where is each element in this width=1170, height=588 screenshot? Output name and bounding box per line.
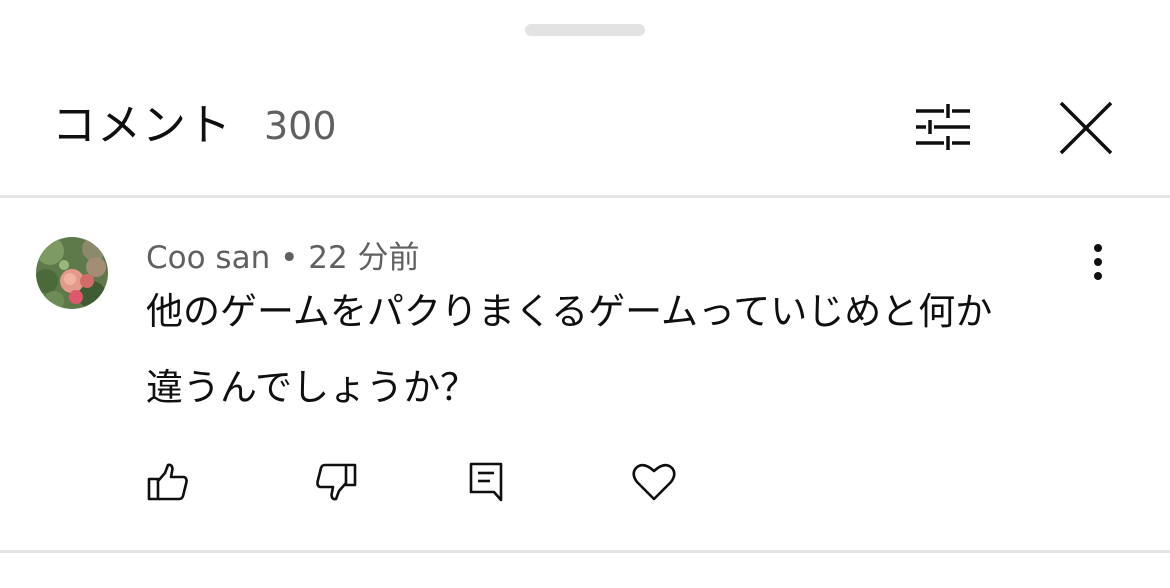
comment-item: Coo san • 22 分前 他のゲームをパクりまくるゲームっていじめと何か …: [0, 200, 1170, 550]
comment-text: 他のゲームをパクりまくるゲームっていじめと何か 違うんでしょうか？: [146, 284, 1136, 416]
thumbs-up-icon: [147, 463, 188, 501]
thumbs-down-icon: [316, 463, 357, 501]
more-options-button[interactable]: [1080, 240, 1116, 284]
avatar[interactable]: [36, 237, 108, 309]
meta-separator: •: [280, 240, 299, 276]
comments-header: コメント 300: [0, 90, 1170, 170]
comments-count: 300: [264, 104, 337, 148]
heart-icon: [632, 463, 676, 501]
close-icon: [1059, 101, 1113, 155]
header-divider: [0, 195, 1170, 198]
comment-divider: [0, 550, 1170, 553]
comment-meta: Coo san • 22 分前: [146, 238, 420, 278]
like-button[interactable]: [144, 458, 192, 506]
heart-button[interactable]: [630, 458, 678, 506]
more-vertical-icon: [1094, 244, 1102, 280]
dislike-button[interactable]: [312, 458, 360, 506]
reply-button[interactable]: [462, 458, 510, 506]
avatar-image: [36, 237, 108, 309]
sliders-icon: [916, 104, 970, 150]
reply-comment-icon: [469, 462, 503, 502]
comment-author[interactable]: Coo san: [146, 240, 270, 276]
comment-time: 22 分前: [308, 240, 420, 276]
close-button[interactable]: [1050, 92, 1122, 164]
filter-button[interactable]: [908, 92, 978, 162]
comments-sheet: コメント 300 Coo san • 22 分前 他のゲームをパクりまくるゲーム…: [0, 0, 1170, 588]
drag-handle[interactable]: [525, 24, 645, 36]
comment-line: 他のゲームをパクりまくるゲームっていじめと何か: [146, 290, 993, 333]
comment-line: 違うんでしょうか？: [146, 366, 478, 409]
comments-title: コメント: [52, 100, 232, 151]
comment-actions: [0, 458, 1170, 508]
